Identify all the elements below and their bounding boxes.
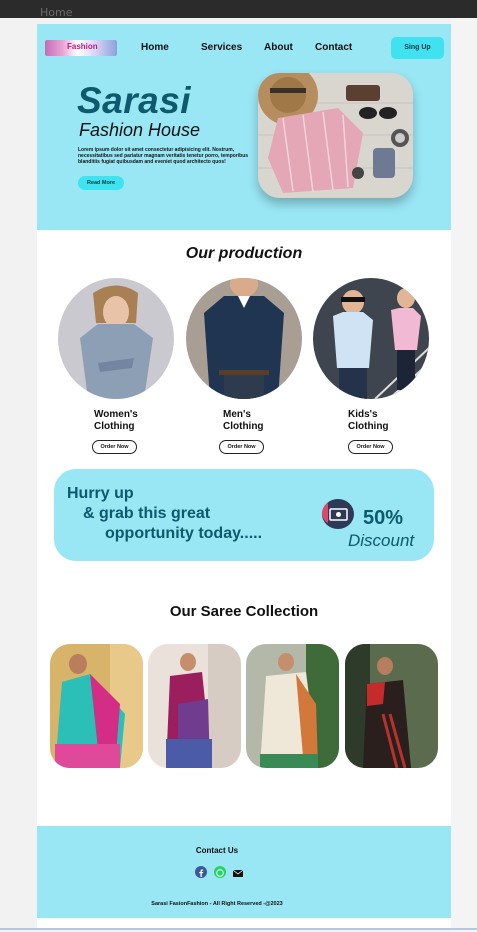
nav-about[interactable]: About bbox=[264, 42, 293, 53]
tab-label: Home bbox=[40, 6, 73, 19]
money-icon bbox=[322, 499, 354, 529]
saree-image[interactable] bbox=[345, 644, 438, 768]
saree-image[interactable] bbox=[148, 644, 241, 768]
bottom-border bbox=[0, 928, 477, 930]
brand-name: Sarasi bbox=[77, 80, 192, 121]
hero-flatlay-image bbox=[258, 73, 413, 198]
page-frame: Fashion Home Services About Contact Sing… bbox=[37, 24, 451, 930]
product-label-men: Men's Clothing bbox=[223, 409, 264, 432]
logo[interactable]: Fashion bbox=[45, 40, 117, 56]
promo-line-1: Hurry up bbox=[67, 485, 134, 502]
hero-section: Fashion Home Services About Contact Sing… bbox=[37, 24, 451, 230]
womens-clothing-image[interactable] bbox=[58, 278, 174, 399]
contact-us-heading: Contact Us bbox=[195, 846, 239, 855]
order-now-button-women[interactable]: Order Now bbox=[92, 440, 137, 454]
product-label-women: Women's Clothing bbox=[94, 409, 138, 432]
mens-clothing-image[interactable] bbox=[186, 278, 302, 399]
footer: Contact Us Sarasi FasionFashion - All Ri… bbox=[37, 826, 451, 918]
discount-label: Discount bbox=[348, 531, 415, 550]
browser-top-bar: Home bbox=[0, 0, 477, 19]
production-title: Our production bbox=[185, 245, 303, 262]
order-now-button-men[interactable]: Order Now bbox=[219, 440, 264, 454]
facebook-icon[interactable] bbox=[195, 866, 207, 878]
saree-image[interactable] bbox=[50, 644, 143, 768]
email-icon[interactable] bbox=[232, 866, 244, 878]
signup-button[interactable]: Sing Up bbox=[391, 37, 444, 59]
nav-services[interactable]: Services bbox=[201, 42, 242, 53]
kids-clothing-image[interactable] bbox=[313, 278, 429, 399]
saree-collection-title: Our Saree Collection bbox=[169, 603, 319, 620]
whatsapp-icon[interactable] bbox=[214, 866, 226, 878]
saree-image[interactable] bbox=[246, 644, 339, 768]
right-gutter bbox=[451, 18, 477, 932]
promo-line-3: opportunity today..... bbox=[105, 525, 263, 542]
nav-contact[interactable]: Contact bbox=[315, 42, 352, 53]
hero-description: Lorem ipsum dolor sit amet consectetur a… bbox=[78, 147, 249, 165]
copyright-text: Sarasi FasionFashion - All Right Reserve… bbox=[151, 901, 283, 907]
brand-tagline: Fashion House bbox=[79, 120, 201, 140]
nav-home[interactable]: Home bbox=[141, 42, 169, 53]
discount-percent: 50% bbox=[363, 507, 404, 529]
order-now-button-kids[interactable]: Order Now bbox=[348, 440, 393, 454]
read-more-button[interactable]: Read More bbox=[78, 176, 124, 190]
product-label-kids: Kids's Clothing bbox=[348, 409, 389, 432]
promo-banner: Hurry up & grab this great opportunity t… bbox=[54, 469, 434, 561]
promo-line-2: & grab this great bbox=[83, 505, 211, 522]
logo-text: Fashion bbox=[67, 42, 98, 51]
